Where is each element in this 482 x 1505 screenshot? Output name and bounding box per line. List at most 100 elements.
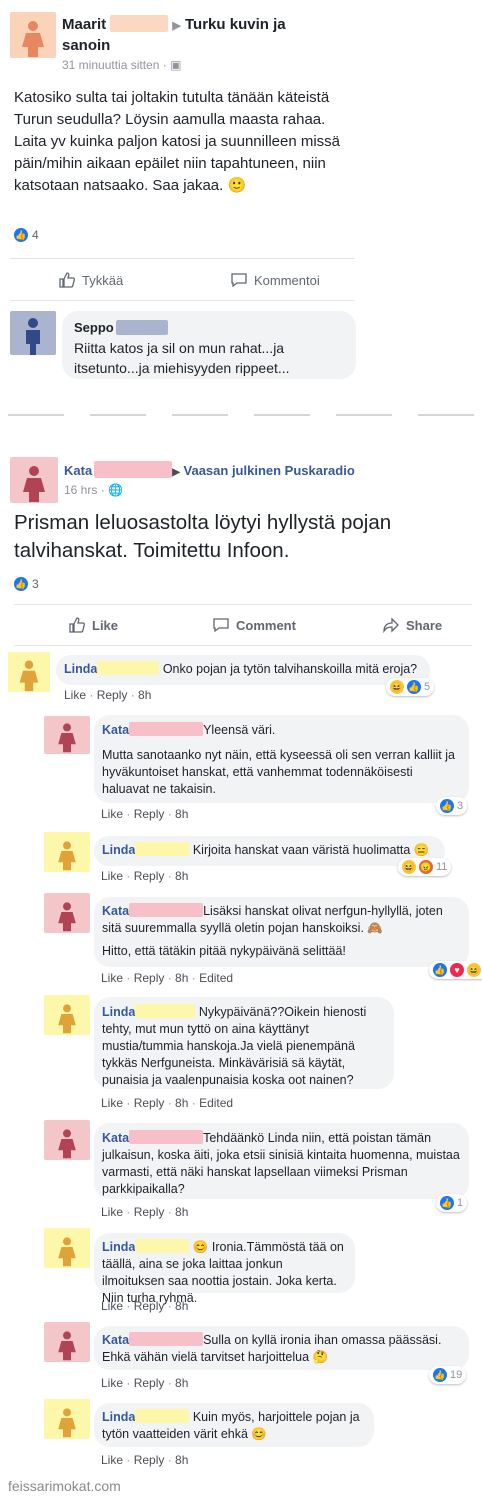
like-link[interactable]: Like: [101, 1453, 123, 1467]
like-button[interactable]: Tykkää: [58, 271, 123, 289]
comment-actions: Like · Reply · 8h: [101, 869, 189, 883]
author-name[interactable]: Kata: [64, 463, 92, 478]
comment-time[interactable]: 8h: [175, 1453, 188, 1467]
watermark: feissarimokat.com: [8, 1478, 121, 1494]
commenter-name[interactable]: Linda: [102, 1005, 135, 1019]
like-link[interactable]: Like: [101, 1205, 123, 1219]
reply-link[interactable]: Reply: [134, 1376, 165, 1390]
reaction-summary[interactable]: 👍 3: [14, 577, 39, 591]
avatar[interactable]: [44, 832, 90, 872]
commenter-name[interactable]: Kata: [102, 1131, 129, 1145]
post-meta: 31 minuuttia sitten · ▣: [62, 58, 182, 72]
comment-time[interactable]: 8h: [175, 807, 188, 821]
reply-link[interactable]: Reply: [134, 869, 165, 883]
person-female-icon: [58, 902, 76, 932]
redaction: [135, 1239, 190, 1253]
comment-button[interactable]: Kommentoi: [230, 271, 320, 289]
author-name[interactable]: Maarit: [62, 16, 106, 33]
person-female-icon: [58, 723, 76, 753]
share-icon: [383, 617, 399, 634]
reaction-count: 11: [436, 861, 448, 873]
reaction-count: 3: [457, 800, 464, 812]
avatar[interactable]: [10, 12, 56, 58]
like-link[interactable]: Like: [101, 1299, 123, 1313]
reaction-pill[interactable]: 👍♥😆39: [429, 961, 482, 979]
redaction: [129, 903, 204, 917]
reply-link[interactable]: Reply: [134, 971, 165, 985]
reaction-pill[interactable]: 👍 1: [436, 1194, 468, 1212]
person-female-icon: [58, 1408, 76, 1438]
comment-time[interactable]: 8h: [175, 1205, 188, 1219]
redaction: [135, 1409, 190, 1423]
like-label: Like: [92, 617, 119, 633]
commenter-name[interactable]: Linda: [102, 843, 135, 857]
edited-label[interactable]: Edited: [199, 1096, 233, 1110]
post-body: Katosiko sulta tai joltakin tutulta tänä…: [14, 89, 341, 194]
comment-icon: [213, 618, 229, 633]
post-time[interactable]: 16 hrs: [64, 483, 97, 497]
like-link[interactable]: Like: [101, 869, 123, 883]
avatar[interactable]: [44, 1322, 90, 1362]
share-label: Share: [406, 617, 443, 633]
reaction-pill[interactable]: 👍 3: [436, 797, 468, 815]
like-link[interactable]: Like: [101, 971, 123, 985]
divider: [14, 604, 472, 605]
reply-link[interactable]: Reply: [134, 1096, 165, 1110]
post-body: Prisman leluosastolta löytyi hyllystä po…: [14, 511, 392, 562]
like-link[interactable]: Like: [64, 688, 86, 702]
comment-time[interactable]: 8h: [175, 971, 188, 985]
comment-actions: Like · Reply · 8h · Edited: [101, 971, 234, 985]
comment-time[interactable]: 8h: [175, 1376, 188, 1390]
reply-link[interactable]: Reply: [134, 1205, 165, 1219]
group-name[interactable]: Vaasan julkinen Puskaradio: [184, 463, 355, 478]
share-button[interactable]: Share: [382, 616, 442, 634]
reaction-pill[interactable]: 😆 😠 11: [398, 858, 452, 876]
redaction: [94, 461, 173, 478]
divider: [10, 258, 355, 259]
commenter-name[interactable]: Kata: [102, 1333, 129, 1347]
comment-actions: Like · Reply · 8h: [101, 807, 189, 821]
reaction-count: 4: [32, 228, 39, 242]
commenter-name[interactable]: Linda: [102, 1410, 135, 1424]
commenter-name[interactable]: Kata: [102, 723, 129, 737]
reply-link[interactable]: Reply: [97, 688, 128, 702]
like-button[interactable]: Like: [68, 616, 118, 634]
post-time[interactable]: 31 minuuttia sitten: [62, 58, 159, 72]
avatar[interactable]: [44, 1228, 90, 1268]
comment-time[interactable]: 8h: [175, 1299, 188, 1313]
reaction-count: 3: [32, 577, 39, 591]
comment-time[interactable]: 8h: [138, 688, 151, 702]
commenter-name[interactable]: Linda: [102, 1240, 135, 1254]
reaction-summary[interactable]: 👍 4: [14, 228, 39, 242]
comment-bubble: Kata Sulla on kyllä ironia ihan omassa pä…: [94, 1326, 469, 1370]
avatar[interactable]: [8, 652, 50, 692]
avatar[interactable]: [10, 457, 58, 503]
haha-icon: 😆: [390, 680, 404, 694]
avatar[interactable]: [44, 893, 90, 933]
commenter-name[interactable]: Seppo: [74, 320, 114, 335]
reaction-pill[interactable]: 👍 19: [429, 1366, 467, 1384]
comment-actions: Like · Reply · 8h: [101, 1376, 189, 1390]
commenter-name[interactable]: Kata: [102, 904, 129, 918]
reply-link[interactable]: Reply: [134, 807, 165, 821]
commenter-name[interactable]: Linda: [64, 662, 97, 676]
comment-text-2: Mutta sanotaanko nyt näin, että kyseessä…: [102, 748, 455, 796]
like-link[interactable]: Like: [101, 1376, 123, 1390]
comment-time[interactable]: 8h: [175, 1096, 188, 1110]
like-icon: 👍: [433, 1368, 447, 1382]
thumbs-up-icon: [69, 617, 85, 633]
comment-time[interactable]: 8h: [175, 869, 188, 883]
like-icon: 👍: [433, 963, 447, 977]
edited-label[interactable]: Edited: [199, 971, 233, 985]
like-link[interactable]: Like: [101, 1096, 123, 1110]
avatar[interactable]: [44, 1120, 90, 1160]
reply-link[interactable]: Reply: [134, 1299, 165, 1313]
reply-link[interactable]: Reply: [134, 1453, 165, 1467]
avatar[interactable]: [44, 995, 90, 1035]
reaction-pill[interactable]: 😆 👍 5: [386, 678, 435, 696]
like-link[interactable]: Like: [101, 807, 123, 821]
avatar[interactable]: [10, 311, 56, 355]
avatar[interactable]: [44, 1399, 90, 1439]
avatar[interactable]: [44, 716, 90, 754]
comment-button[interactable]: Comment: [212, 616, 296, 634]
